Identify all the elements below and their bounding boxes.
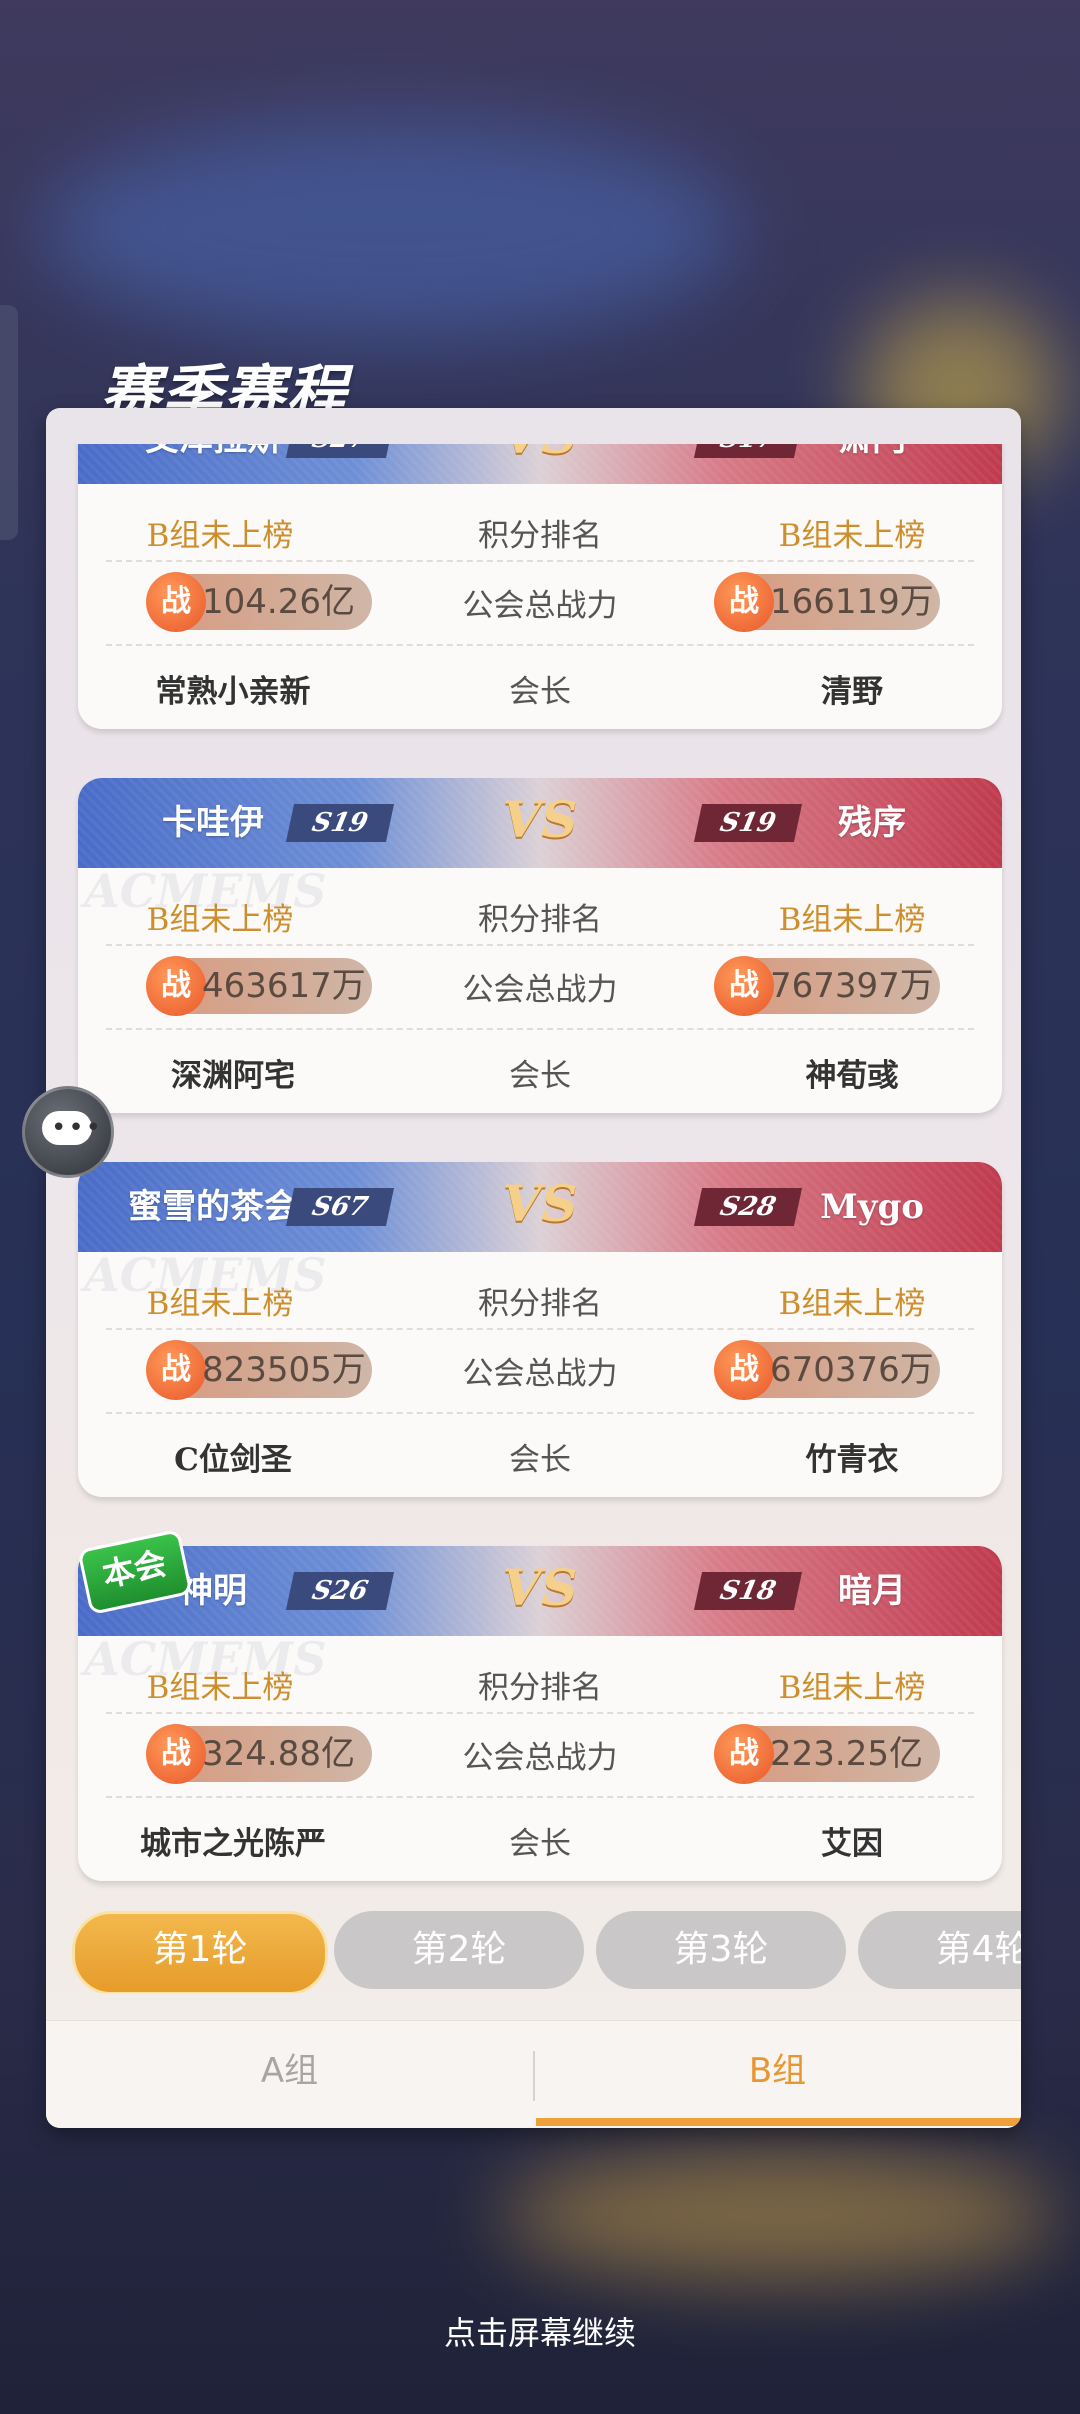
- left-leader: 城市之光陈严: [140, 1826, 326, 1862]
- right-team-name: 残序: [838, 803, 906, 843]
- left-team-season: S26: [285, 1572, 395, 1610]
- match-card: ACMEMS 神明 S26 VS S18 暗月 B组未上榜 积分排名 B组未上榜…: [78, 1546, 1002, 1881]
- left-power-pill: 战 104.26亿: [146, 572, 372, 632]
- right-rank: B组未上榜: [778, 902, 926, 938]
- left-team-season: S67: [285, 1188, 395, 1226]
- round-tab-4[interactable]: 第4轮: [858, 1911, 1021, 1989]
- leader-label: 会长: [509, 674, 571, 710]
- left-leader: 深渊阿宅: [171, 1058, 295, 1094]
- side-drawer-handle[interactable]: [0, 305, 18, 540]
- round-tab-2[interactable]: 第2轮: [334, 1911, 584, 1989]
- right-leader: 艾因: [821, 1826, 883, 1862]
- battle-power-icon: 战: [714, 1724, 774, 1784]
- left-power-pill: 战 823505万: [146, 1340, 372, 1400]
- round-tab-3[interactable]: 第3轮: [596, 1911, 846, 1989]
- leader-label: 会长: [509, 1058, 571, 1094]
- vs-label: VS: [490, 444, 590, 465]
- left-leader: 常熟小亲新: [155, 674, 311, 710]
- power-label: 公会总战力: [462, 1740, 618, 1776]
- right-leader: 神荀彧: [805, 1058, 899, 1094]
- left-team-season: S19: [285, 804, 395, 842]
- left-team-season: S27: [285, 444, 395, 458]
- right-team-name: 萧门: [742, 444, 1002, 484]
- group-tabs: A组 B组: [46, 2020, 1021, 2128]
- watermark-text: ACMEMS: [84, 1248, 327, 1302]
- watermark-text: ACMEMS: [84, 864, 327, 918]
- match-card: 艾泽拉斯 S27 VS S17 萧门 B组未上榜 积分排名 B组未上榜 战 10…: [78, 444, 1002, 729]
- right-power-pill: 战 223.25亿: [714, 1724, 940, 1784]
- right-power-pill: 战 767397万: [714, 956, 940, 1016]
- match-list[interactable]: 艾泽拉斯 S27 VS S17 萧门 B组未上榜 积分排名 B组未上榜 战 10…: [46, 444, 1021, 2019]
- round-tab-1[interactable]: 第1轮: [72, 1911, 328, 1993]
- left-power-pill: 战 324.88亿: [146, 1724, 372, 1784]
- right-leader: 竹青衣: [805, 1442, 899, 1478]
- divider: [106, 1712, 974, 1714]
- tap-to-continue-hint[interactable]: 点击屏幕继续: [0, 2308, 1080, 2354]
- right-power-value: 166119万: [770, 582, 934, 622]
- chat-button[interactable]: •••: [22, 1086, 114, 1178]
- divider: [106, 944, 974, 946]
- left-power-value: 823505万: [202, 1350, 366, 1390]
- chat-dots-icon: •••: [51, 1113, 104, 1143]
- battle-power-icon: 战: [714, 572, 774, 632]
- left-leader: C位剑圣: [174, 1442, 292, 1478]
- right-power-pill: 战 166119万: [714, 572, 940, 632]
- vs-label: VS: [502, 1174, 578, 1233]
- left-power-value: 104.26亿: [202, 582, 355, 622]
- background-glow: [500, 2150, 1060, 2280]
- battle-power-icon: 战: [146, 1724, 206, 1784]
- battle-power-icon: 战: [714, 1340, 774, 1400]
- divider: [106, 1412, 974, 1414]
- left-power-pill: 战 463617万: [146, 956, 372, 1016]
- left-power-value: 324.88亿: [202, 1734, 355, 1774]
- divider: [106, 560, 974, 562]
- match-card: ACMEMS 卡哇伊 S19 VS S19 残序 B组未上榜 积分排名 B组未上…: [78, 778, 1002, 1113]
- rank-label: 积分排名: [478, 1286, 602, 1322]
- rank-label: 积分排名: [478, 518, 602, 554]
- power-label: 公会总战力: [462, 588, 618, 624]
- right-power-value: 767397万: [770, 966, 934, 1006]
- battle-power-icon: 战: [714, 956, 774, 1016]
- power-label: 公会总战力: [462, 972, 618, 1008]
- left-rank: B组未上榜: [146, 518, 294, 554]
- schedule-panel: 艾泽拉斯 S27 VS S17 萧门 B组未上榜 积分排名 B组未上榜 战 10…: [46, 408, 1021, 2128]
- right-power-value: 223.25亿: [770, 1734, 923, 1774]
- power-label: 公会总战力: [462, 1356, 618, 1392]
- round-selector[interactable]: 第1轮 第2轮 第3轮 第4轮: [72, 1911, 1021, 1993]
- tab-group-a[interactable]: A组: [46, 2021, 533, 2128]
- watermark-text: ACMEMS: [84, 1632, 327, 1686]
- right-rank: B组未上榜: [778, 1286, 926, 1322]
- rank-label: 积分排名: [478, 1670, 602, 1706]
- leader-label: 会长: [509, 1826, 571, 1862]
- divider: [106, 1028, 974, 1030]
- battle-power-icon: 战: [146, 572, 206, 632]
- tab-group-b[interactable]: B组: [534, 2021, 1021, 2128]
- right-power-value: 670376万: [770, 1350, 934, 1390]
- divider: [106, 1328, 974, 1330]
- background-glow: [40, 120, 740, 340]
- active-tab-indicator: [536, 2118, 1021, 2126]
- divider: [106, 1796, 974, 1798]
- right-leader: 清野: [821, 674, 883, 710]
- divider: [106, 644, 974, 646]
- right-power-pill: 战 670376万: [714, 1340, 940, 1400]
- vs-label: VS: [502, 1558, 578, 1617]
- battle-power-icon: 战: [146, 1340, 206, 1400]
- right-rank: B组未上榜: [778, 1670, 926, 1706]
- vs-label: VS: [502, 790, 578, 849]
- right-rank: B组未上榜: [778, 518, 926, 554]
- battle-power-icon: 战: [146, 956, 206, 1016]
- left-power-value: 463617万: [202, 966, 366, 1006]
- right-team-name: 暗月: [838, 1571, 906, 1611]
- match-card: ACMEMS 蜜雪的茶会 S67 VS S28 Mygo B组未上榜 积分排名 …: [78, 1162, 1002, 1497]
- rank-label: 积分排名: [478, 902, 602, 938]
- right-team-name: Mygo: [820, 1187, 924, 1227]
- leader-label: 会长: [509, 1442, 571, 1478]
